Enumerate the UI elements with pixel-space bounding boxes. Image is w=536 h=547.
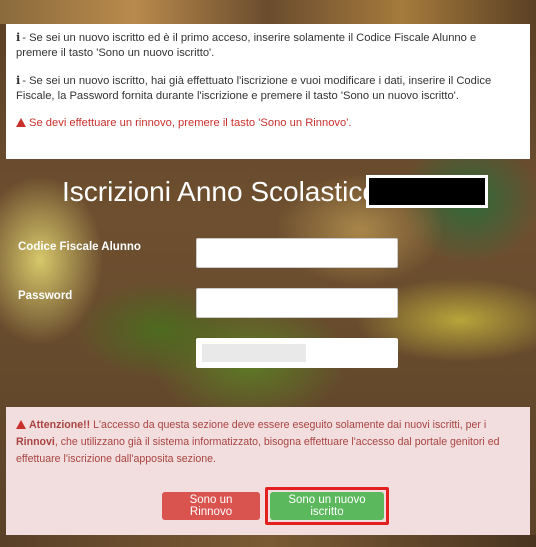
codice-fiscale-input[interactable] (196, 238, 398, 268)
instruction-1: i- Se sei un nuovo iscritto ed è il prim… (16, 30, 520, 61)
codice-fiscale-label: Codice Fiscale Alunno (18, 241, 141, 253)
instruction-2: i- Se sei un nuovo iscritto, hai già eff… (16, 73, 520, 104)
password-input[interactable] (196, 288, 398, 318)
info-icon: i (16, 73, 21, 87)
captcha-image (202, 344, 306, 362)
notice-text-b: , che utilizzano già il sistema informat… (16, 436, 500, 465)
bottom-image-strip (0, 535, 536, 547)
instruction-1-text: - Se sei un nuovo iscritto ed è il primo… (16, 32, 477, 59)
instruction-2-text: - Se sei un nuovo iscritto, hai già effe… (16, 75, 492, 102)
info-icon: i (16, 30, 21, 44)
notice-text-a: L'accesso da questa sezione deve essere … (90, 419, 487, 431)
renewal-warning-text: Se devi effettuare un rinnovo, premere i… (29, 117, 352, 129)
renewal-warning: Se devi effettuare un rinnovo, premere i… (16, 116, 520, 131)
rinnovo-button[interactable]: Sono un Rinnovo (162, 492, 260, 520)
captcha-field[interactable] (196, 338, 398, 368)
page-title: Iscrizioni Anno Scolastico (62, 176, 378, 207)
attention-label: Attenzione!! (29, 419, 91, 431)
redacted-year (366, 175, 488, 208)
top-image-strip (0, 0, 536, 24)
warning-icon (16, 420, 26, 429)
warning-icon (16, 118, 26, 127)
nuovo-iscritto-button[interactable]: Sono un nuovo iscritto (270, 492, 384, 520)
rinnovi-label: Rinnovi (16, 436, 55, 448)
instructions-panel: i- Se sei un nuovo iscritto ed è il prim… (6, 24, 530, 159)
password-label: Password (18, 290, 73, 302)
